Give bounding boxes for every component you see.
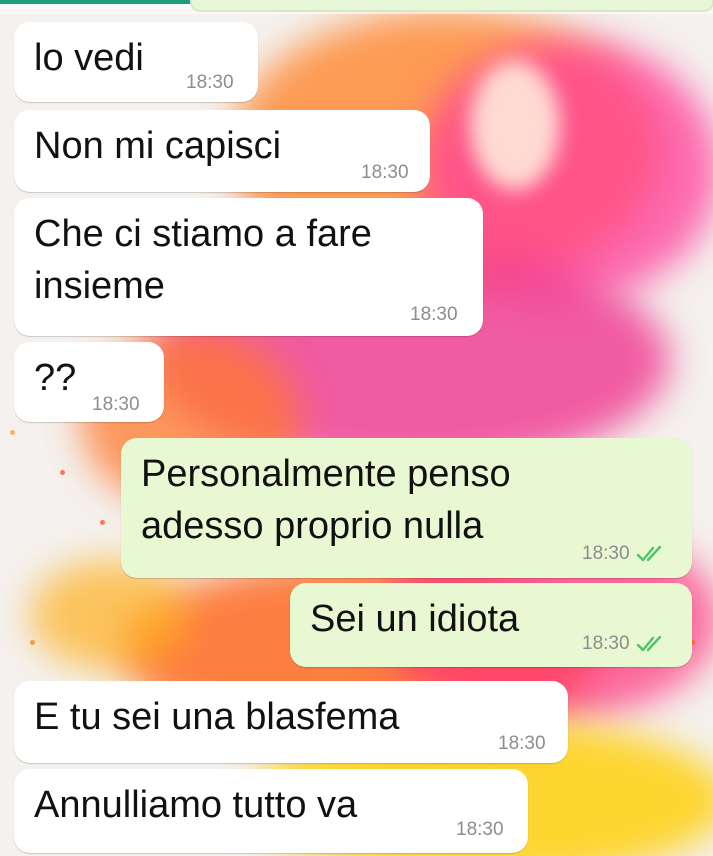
message-bubble-outgoing[interactable]: Sei un idiota 18:30 — [290, 583, 692, 667]
message-bubble-incoming[interactable]: ?? 18:30 — [14, 342, 164, 422]
message-text: Personalmente penso adesso proprio nulla — [141, 453, 511, 547]
message-timestamp: 18:30 — [186, 72, 234, 93]
message-timestamp: 18:30 — [361, 162, 409, 183]
message-text: E tu sei una blasfema — [34, 696, 400, 738]
message-timestamp: 18:30 — [582, 633, 666, 655]
message-bubble-incoming[interactable]: Non mi capisci 18:30 — [14, 110, 430, 192]
message-timestamp: 18:30 — [498, 733, 546, 754]
message-timestamp: 18:30 — [410, 304, 458, 325]
read-double-check-icon — [636, 545, 666, 563]
message-text: Annulliamo tutto va — [34, 784, 358, 826]
message-text: Non mi capisci — [34, 125, 282, 167]
message-bubble-incoming[interactable]: Che ci stiamo a fare insieme 18:30 — [14, 198, 483, 336]
message-time-label: 18:30 — [582, 633, 630, 654]
previous-message-edge — [190, 0, 713, 12]
message-bubble-incoming[interactable]: lo vedi 18:30 — [14, 22, 258, 102]
message-time-label: 18:30 — [582, 543, 630, 564]
message-bubble-incoming[interactable]: E tu sei una blasfema 18:30 — [14, 681, 568, 763]
read-double-check-icon — [636, 635, 666, 653]
message-bubble-outgoing[interactable]: Personalmente penso adesso proprio nulla… — [121, 438, 692, 578]
message-timestamp: 18:30 — [582, 543, 666, 565]
message-timestamp: 18:30 — [92, 394, 140, 415]
message-bubble-incoming[interactable]: Annulliamo tutto va 18:30 — [14, 769, 528, 853]
message-text: Che ci stiamo a fare insieme — [34, 213, 372, 307]
message-timestamp: 18:30 — [456, 819, 504, 840]
